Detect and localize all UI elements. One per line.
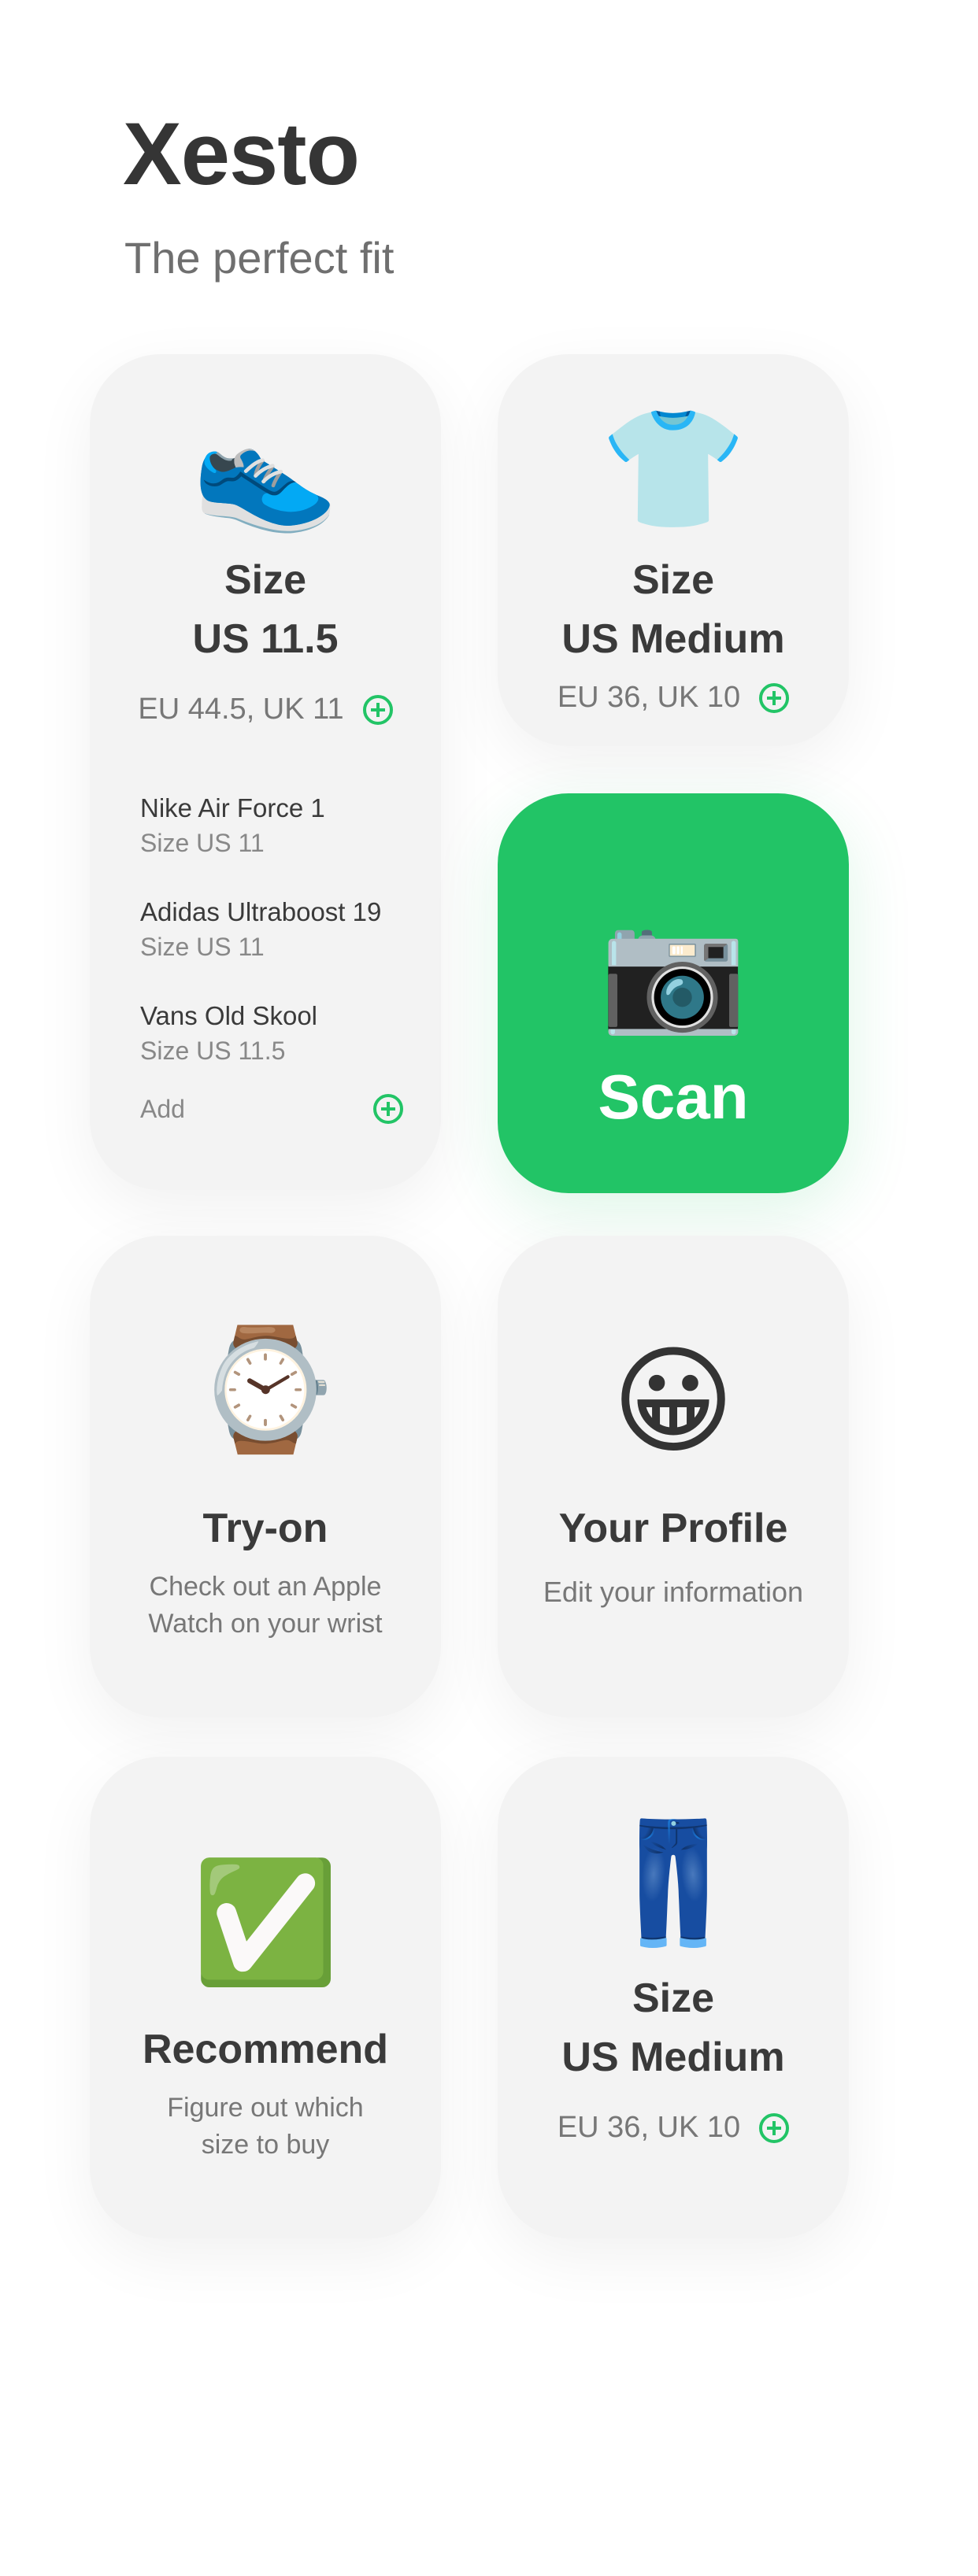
recommend-description-line1: Figure out which [167,2093,364,2123]
size-caption: Size [632,557,715,603]
camera-icon: 📷 [599,904,747,1037]
sneaker-icon: 👟 [191,402,339,534]
shoe-size-value: US 11.5 [192,616,339,663]
shoe-size-conversion: EU 44.5, UK 11 [138,693,344,726]
profile-card[interactable]: 😀 Your Profile Edit your information [498,1236,849,1717]
app-title: Xesto [123,105,360,203]
list-item[interactable]: Adidas Ultraboost 19 Size US 11 [140,895,408,964]
shirt-size-conversion: EU 36, UK 10 [557,681,741,714]
check-mark-icon: ✅ [191,1856,339,1988]
try-on-description-line1: Check out an Apple [149,1572,382,1602]
smiley-face-icon: 😀 [611,1335,735,1467]
shirt-conversion-row: EU 36, UK 10 [498,681,849,715]
shoe-name: Nike Air Force 1 [140,793,325,822]
shoe-name: Vans Old Skool [140,1001,318,1030]
add-circle-icon[interactable] [362,694,393,725]
recommend-description-line2: size to buy [201,2130,330,2160]
add-label: Add [140,1094,185,1123]
jeans-conversion-row: EU 36, UK 10 [498,2111,849,2145]
app-subtitle: The perfect fit [124,233,395,283]
shoe-size: Size US 11 [140,828,265,857]
jeans-size-label: Size US Medium [498,1969,849,2088]
add-circle-icon[interactable] [759,2112,790,2143]
polo-shirt-icon: 👕 [599,402,747,534]
shoe-size: Size US 11.5 [140,1036,286,1065]
add-circle-icon[interactable] [759,682,790,713]
shoe-size-label: Size US 11.5 [90,551,441,670]
list-item[interactable]: Vans Old Skool Size US 11.5 [140,999,408,1068]
add-circle-icon[interactable] [373,1094,403,1124]
jeans-size-card[interactable]: 👖 Size US Medium EU 36, UK 10 [498,1757,849,2238]
add-shoe-row[interactable]: Add [140,1094,403,1124]
scan-label: Scan [598,1062,749,1132]
try-on-title: Try-on [202,1506,328,1551]
shirt-size-label: Size US Medium [498,551,849,670]
shoe-conversion-row: EU 44.5, UK 11 [90,693,441,726]
size-caption: Size [632,1975,715,2021]
jeans-size-conversion: EU 36, UK 10 [557,2111,741,2144]
jeans-icon: 👖 [599,1817,747,1949]
scan-button[interactable]: 📷 Scan [498,793,849,1193]
list-item[interactable]: Nike Air Force 1 Size US 11 [140,791,408,860]
shoe-size-card[interactable]: 👟 Size US 11.5 EU 44.5, UK 11 Nike Air F… [90,354,441,1190]
jeans-size-value: US Medium [561,2035,785,2081]
profile-description: Edit your information [543,1576,804,1608]
shirt-size-card[interactable]: 👕 Size US Medium EU 36, UK 10 [498,354,849,746]
shirt-size-value: US Medium [561,616,785,663]
recommend-title: Recommend [142,2027,389,2072]
try-on-card[interactable]: ⌚ Try-on Check out an Apple Watch on you… [90,1236,441,1717]
shoe-name: Adidas Ultraboost 19 [140,897,382,926]
shoe-size: Size US 11 [140,932,265,961]
try-on-description-line2: Watch on your wrist [148,1609,383,1639]
size-caption: Size [224,557,307,603]
profile-title: Your Profile [558,1506,788,1551]
recommend-card[interactable]: ✅ Recommend Figure out which size to buy [90,1757,441,2238]
watch-icon: ⌚ [191,1323,339,1455]
